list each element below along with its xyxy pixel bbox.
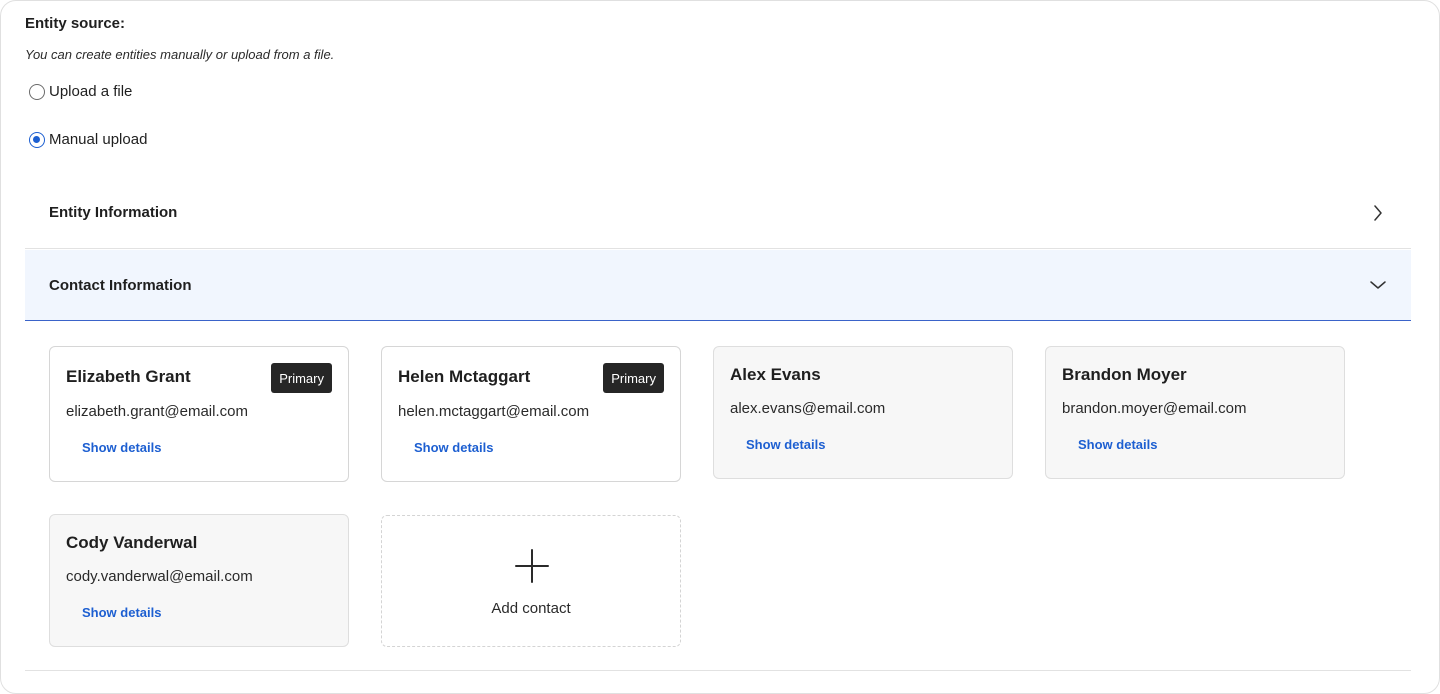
contact-card[interactable]: Brandon Moyer brandon.moyer@email.com Sh…: [1045, 346, 1345, 479]
primary-badge: Primary: [603, 363, 664, 393]
contact-email: brandon.moyer@email.com: [1062, 400, 1247, 417]
chevron-down-icon[interactable]: [1369, 276, 1387, 294]
show-details-link[interactable]: Show details: [414, 440, 493, 455]
entity-source-title: Entity source:: [25, 15, 126, 32]
show-details-link[interactable]: Show details: [82, 440, 161, 455]
primary-badge: Primary: [271, 363, 332, 393]
contact-name: Helen Mctaggart: [398, 367, 531, 386]
show-details-link[interactable]: Show details: [1078, 437, 1157, 452]
contact-card[interactable]: Elizabeth Grant Primary elizabeth.grant@…: [49, 346, 349, 482]
contact-name: Cody Vanderwal: [66, 533, 198, 552]
entity-source-hint: You can create entities manually or uplo…: [25, 47, 335, 62]
radio-upload-file-label: Upload a file: [49, 83, 133, 100]
contact-name: Brandon Moyer: [1062, 365, 1187, 384]
contact-card[interactable]: Cody Vanderwal cody.vanderwal@email.com …: [49, 514, 349, 647]
contact-email: alex.evans@email.com: [730, 400, 886, 417]
accordion-entity-information[interactable]: Entity Information: [25, 177, 1411, 249]
radio-manual-upload-label: Manual upload: [49, 131, 148, 148]
accordion-contact-information-title: Contact Information: [49, 276, 192, 294]
show-details-link[interactable]: Show details: [82, 605, 161, 620]
contact-card[interactable]: Helen Mctaggart Primary helen.mctaggart@…: [381, 346, 681, 482]
divider: [25, 670, 1411, 671]
add-contact-label: Add contact: [491, 600, 571, 617]
contact-name: Elizabeth Grant: [66, 367, 191, 386]
accordion-contact-information[interactable]: Contact Information: [25, 250, 1411, 321]
add-contact-button[interactable]: Add contact: [381, 515, 681, 647]
plus-icon: [515, 549, 549, 583]
contact-email: cody.vanderwal@email.com: [66, 568, 253, 585]
contact-email: elizabeth.grant@email.com: [66, 403, 248, 420]
radio-manual-upload[interactable]: Manual upload: [29, 131, 147, 148]
radio-circle[interactable]: [29, 83, 45, 100]
contact-name: Alex Evans: [730, 365, 821, 384]
radio-upload-file[interactable]: Upload a file: [29, 83, 132, 100]
contact-card[interactable]: Alex Evans alex.evans@email.com Show det…: [713, 346, 1013, 479]
show-details-link[interactable]: Show details: [746, 437, 825, 452]
accordion-entity-information-title: Entity Information: [49, 204, 178, 221]
radio-circle-checked[interactable]: [29, 131, 45, 148]
chevron-right-icon[interactable]: [1369, 204, 1387, 222]
entity-form-panel: Entity source: You can create entities m…: [0, 0, 1440, 694]
contact-email: helen.mctaggart@email.com: [398, 403, 590, 420]
